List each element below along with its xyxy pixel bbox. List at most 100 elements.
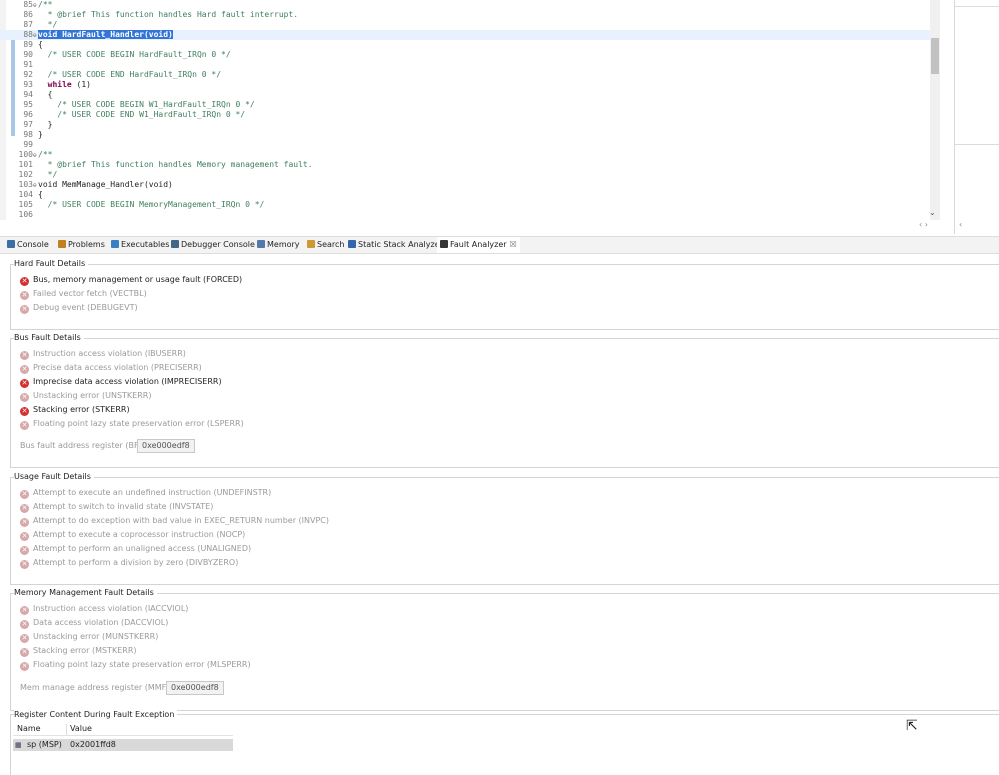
error-inactive-icon: ✕ <box>20 620 29 629</box>
code-line[interactable]: 102 */ <box>0 170 930 180</box>
code-editor[interactable]: 85⊖/** 86 * @brief This function handles … <box>0 0 940 220</box>
bus-fault-flag: ✕ Imprecise data access violation (IMPREC… <box>20 377 222 388</box>
flag-label: Imprecise data access violation (IMPRECI… <box>33 377 222 386</box>
tab-memory[interactable]: Memory <box>254 237 303 253</box>
flag-label: Unstacking error (UNSTKERR) <box>33 391 152 400</box>
code-comment: /** <box>38 150 53 159</box>
code-line[interactable]: 94 { <box>0 90 930 100</box>
code-line[interactable]: 96 /* USER CODE END W1_HardFault_IRQn 0 … <box>0 110 930 120</box>
bus-fault-title: Bus Fault Details <box>14 333 84 342</box>
outline-panel: ‹ <box>954 0 999 234</box>
code-line[interactable]: 93 while (1) <box>0 80 930 90</box>
tab-label: Memory <box>267 240 300 249</box>
editor-horizontal-scroll-arrows[interactable]: ‹ › <box>919 220 928 229</box>
tab-fault-analyzer[interactable]: Fault Analyzer ☒ <box>437 237 520 253</box>
flag-label: Attempt to perform a division by zero (D… <box>33 558 239 567</box>
tab-label: Debugger Console <box>181 240 255 249</box>
mem-fault-flag: ✕ Unstacking error (MUNSTKERR) <box>20 632 158 643</box>
line-number: 98 <box>23 130 33 139</box>
error-inactive-icon: ✕ <box>20 532 29 541</box>
mem-fault-title: Memory Management Fault Details <box>14 588 157 597</box>
error-active-icon: ✕ <box>20 407 29 416</box>
tab-label: Problems <box>68 240 105 249</box>
code-line[interactable]: 92 /* USER CODE END HardFault_IRQn 0 */ <box>0 70 930 80</box>
error-inactive-icon: ✕ <box>20 393 29 402</box>
code-line[interactable]: 101 * @brief This function handles Memor… <box>0 160 930 170</box>
mem-fault-address-label: Mem manage address register (MMFAR): <box>20 683 183 692</box>
tab-label: Fault Analyzer <box>450 240 507 249</box>
column-header-name[interactable]: Name <box>17 724 41 733</box>
error-inactive-icon: ✕ <box>20 305 29 314</box>
line-number: 104 <box>18 190 33 199</box>
code-line[interactable]: 98} <box>0 130 930 140</box>
code-text: (1) <box>71 80 91 89</box>
code-comment: */ <box>38 20 58 29</box>
register-icon: ▦ <box>15 741 22 749</box>
code-comment: /* USER CODE BEGIN W1_HardFault_IRQn 0 *… <box>38 100 255 109</box>
register-name: sp (MSP) <box>27 740 62 749</box>
code-comment: /* USER CODE BEGIN HardFault_IRQn 0 */ <box>38 50 231 59</box>
code-line[interactable]: 104 { <box>0 190 930 200</box>
console-icon <box>7 240 15 248</box>
editor-vertical-scrollbar[interactable] <box>930 0 940 220</box>
code-line[interactable]: 97 } <box>0 120 930 130</box>
hard-fault-group <box>10 264 999 330</box>
tab-static-stack-analyzer[interactable]: Static Stack Analyzer <box>345 237 446 253</box>
tab-console[interactable]: Console <box>4 237 52 253</box>
usage-fault-flag: ✕ Attempt to switch to invalid state (INV… <box>20 502 213 513</box>
line-number: 101 <box>18 160 33 169</box>
flag-label: Attempt to execute an undefined instruct… <box>33 488 272 497</box>
code-line[interactable]: 89 { <box>0 40 930 50</box>
mem-fault-flag: ✕ Data access violation (DACCVIOL) <box>20 618 168 629</box>
code-line[interactable]: 90 /* USER CODE BEGIN HardFault_IRQn 0 *… <box>0 50 930 60</box>
code-line[interactable]: 88⊖void HardFault_Handler(void) <box>0 30 930 40</box>
tab-executables[interactable]: Executables <box>108 237 172 253</box>
mem-fault-address-value[interactable]: 0xe000edf8 <box>166 681 224 695</box>
tab-search[interactable]: Search <box>304 237 347 253</box>
tab-debugger-console[interactable]: Debugger Console <box>168 237 258 253</box>
error-inactive-icon: ✕ <box>20 291 29 300</box>
tab-label: Executables <box>121 240 170 249</box>
mem-fault-flag: ✕ Floating point lazy state preservation … <box>20 660 251 671</box>
panel-scroll-left-arrow-icon[interactable]: ‹ <box>959 220 962 229</box>
code-line[interactable]: 99 <box>0 140 930 150</box>
code-line[interactable]: 106 <box>0 210 930 220</box>
usage-fault-flag: ✕ Attempt to execute a coprocessor instru… <box>20 530 245 541</box>
flag-label: Stacking error (MSTKERR) <box>33 646 137 655</box>
code-line[interactable]: 87 */ <box>0 20 930 30</box>
line-number: 106 <box>18 210 33 219</box>
flag-label: Data access violation (DACCVIOL) <box>33 618 169 627</box>
flag-label: Floating point lazy state preservation e… <box>33 419 244 428</box>
error-inactive-icon: ✕ <box>20 421 29 430</box>
bus-fault-address-label: Bus fault address register (BFAR): <box>20 441 155 450</box>
editor-scroll-thumb[interactable] <box>931 38 939 74</box>
error-inactive-icon: ✕ <box>20 351 29 360</box>
problems-icon <box>58 240 66 248</box>
code-line[interactable]: 86 * @brief This function handles Hard f… <box>0 10 930 20</box>
flag-label: Attempt to execute a coprocessor instruc… <box>33 530 246 539</box>
code-line[interactable]: 85⊖/** <box>0 0 930 10</box>
tab-problems[interactable]: Problems <box>55 237 108 253</box>
error-inactive-icon: ✕ <box>20 518 29 527</box>
code-line[interactable]: 103⊖void MemManage_Handler(void) <box>0 180 930 190</box>
column-header-value[interactable]: Value <box>70 724 92 733</box>
code-comment: /* USER CODE END W1_HardFault_IRQn 0 */ <box>38 110 246 119</box>
code-line[interactable]: 91 <box>0 60 930 70</box>
tab-label: Console <box>17 240 49 249</box>
flag-label: Debug event (DEBUGEVT) <box>33 303 138 312</box>
scroll-down-arrow-icon[interactable]: ⌄ <box>929 208 936 217</box>
code-line[interactable]: 95 /* USER CODE BEGIN W1_HardFault_IRQn … <box>0 100 930 110</box>
line-number: 95 <box>23 100 33 109</box>
line-number: 102 <box>18 170 33 179</box>
code-line[interactable]: 105 /* USER CODE BEGIN MemoryManagement_… <box>0 200 930 210</box>
table-row[interactable]: ▦ sp (MSP) 0x2001ffd8 <box>13 739 233 751</box>
code-line[interactable]: 100⊖/** <box>0 150 930 160</box>
line-number: 88 <box>23 30 33 39</box>
bus-fault-address-value[interactable]: 0xe000edf8 <box>137 439 195 453</box>
code-comment: /* USER CODE BEGIN MemoryManagement_IRQn… <box>38 200 265 209</box>
code-text: { <box>38 190 43 199</box>
code-comment: * @brief This function handles Memory ma… <box>38 160 313 169</box>
close-tab-icon[interactable]: ☒ <box>510 240 517 249</box>
line-number: 85 <box>23 0 33 9</box>
line-number: 89 <box>23 40 33 49</box>
